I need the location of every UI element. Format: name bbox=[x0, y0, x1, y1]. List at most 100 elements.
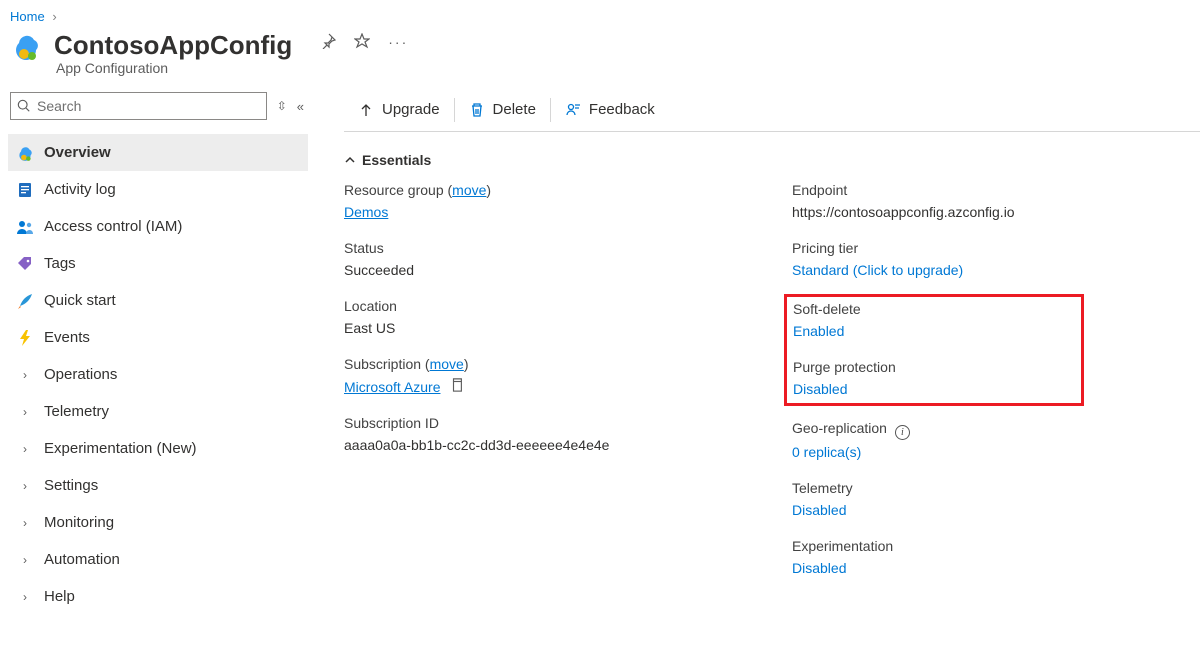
rocket-icon bbox=[16, 292, 34, 310]
field-label: Subscription ID bbox=[344, 415, 752, 431]
field-subscription-id: Subscription ID aaaa0a0a-bb1b-cc2c-dd3d-… bbox=[344, 415, 752, 453]
field-label: Experimentation bbox=[792, 538, 1200, 554]
sidebar-item-quick-start[interactable]: Quick start bbox=[8, 282, 308, 319]
sidebar-item-telemetry[interactable]: › Telemetry bbox=[8, 393, 308, 430]
lightning-icon bbox=[16, 329, 34, 347]
sidebar-item-label: Automation bbox=[44, 551, 120, 568]
sidebar-item-label: Access control (IAM) bbox=[44, 218, 182, 235]
main-content: Upgrade Delete Feedback Essentials Resou… bbox=[314, 88, 1200, 615]
page-header: ContosoAppConfig ··· bbox=[0, 26, 1200, 62]
essentials-heading: Essentials bbox=[362, 152, 431, 168]
sidebar-item-monitoring[interactable]: › Monitoring bbox=[8, 504, 308, 541]
collapse-sidebar-icon[interactable]: « bbox=[297, 99, 304, 114]
sidebar-item-label: Quick start bbox=[44, 292, 116, 309]
field-label: Endpoint bbox=[792, 182, 1200, 198]
sidebar-item-operations[interactable]: › Operations bbox=[8, 356, 308, 393]
field-telemetry: Telemetry Disabled bbox=[792, 480, 1200, 518]
resource-group-link[interactable]: Demos bbox=[344, 204, 388, 220]
move-subscription-link[interactable]: move bbox=[430, 356, 464, 372]
star-icon[interactable] bbox=[354, 33, 370, 52]
toolbar: Upgrade Delete Feedback bbox=[344, 88, 1200, 132]
field-value: East US bbox=[344, 320, 752, 336]
field-endpoint: Endpoint https://contosoappconfig.azconf… bbox=[792, 182, 1200, 220]
upgrade-button[interactable]: Upgrade bbox=[344, 88, 454, 132]
essentials-toggle[interactable]: Essentials bbox=[344, 132, 1200, 182]
field-label: Location bbox=[344, 298, 752, 314]
expand-icon[interactable]: ⇳ bbox=[277, 99, 287, 113]
geo-replication-link[interactable]: 0 replica(s) bbox=[792, 444, 1200, 460]
sidebar-item-label: Settings bbox=[44, 477, 98, 494]
feedback-button[interactable]: Feedback bbox=[551, 88, 669, 132]
log-icon bbox=[16, 181, 34, 199]
sidebar-item-automation[interactable]: › Automation bbox=[8, 541, 308, 578]
search-icon bbox=[17, 99, 31, 113]
sidebar-search[interactable] bbox=[10, 92, 267, 120]
copy-icon[interactable] bbox=[450, 379, 464, 395]
pin-icon[interactable] bbox=[320, 33, 336, 52]
chevron-right-icon: › bbox=[16, 553, 34, 567]
sidebar-item-activity-log[interactable]: Activity log bbox=[8, 171, 308, 208]
sidebar-item-label: Tags bbox=[44, 255, 76, 272]
sidebar-item-label: Operations bbox=[44, 366, 117, 383]
field-soft-delete: Soft-delete Enabled bbox=[793, 301, 1075, 339]
pricing-tier-link[interactable]: Standard (Click to upgrade) bbox=[792, 262, 1200, 278]
toolbar-label: Delete bbox=[493, 101, 536, 118]
sidebar-item-experimentation[interactable]: › Experimentation (New) bbox=[8, 430, 308, 467]
sidebar-item-label: Monitoring bbox=[44, 514, 114, 531]
essentials-left-column: Resource group (move) Demos Status Succe… bbox=[344, 182, 752, 596]
chevron-right-icon: › bbox=[16, 590, 34, 604]
field-label: Resource group ( bbox=[344, 182, 452, 198]
experimentation-link[interactable]: Disabled bbox=[792, 560, 1200, 576]
appconfig-resource-icon bbox=[10, 30, 42, 62]
sidebar-item-help[interactable]: › Help bbox=[8, 578, 308, 615]
field-label: Pricing tier bbox=[792, 240, 1200, 256]
upgrade-icon bbox=[358, 102, 374, 118]
sidebar: ⇳ « Overview Activity log Access control… bbox=[0, 88, 314, 615]
sidebar-item-overview[interactable]: Overview bbox=[8, 134, 308, 171]
page-title: ContosoAppConfig bbox=[54, 31, 292, 61]
chevron-right-icon: › bbox=[16, 368, 34, 382]
telemetry-link[interactable]: Disabled bbox=[792, 502, 1200, 518]
sidebar-item-label: Events bbox=[44, 329, 90, 346]
sidebar-item-label: Activity log bbox=[44, 181, 116, 198]
breadcrumb: Home › bbox=[0, 0, 1200, 26]
sidebar-item-label: Help bbox=[44, 588, 75, 605]
sidebar-item-label: Overview bbox=[44, 144, 111, 161]
sidebar-item-tags[interactable]: Tags bbox=[8, 245, 308, 282]
field-label: Soft-delete bbox=[793, 301, 1075, 317]
tag-icon bbox=[16, 255, 34, 273]
delete-button[interactable]: Delete bbox=[455, 88, 550, 132]
essentials-right-column: Endpoint https://contosoappconfig.azconf… bbox=[792, 182, 1200, 596]
appconfig-icon bbox=[16, 144, 34, 162]
breadcrumb-home-link[interactable]: Home bbox=[10, 9, 45, 24]
field-label: Status bbox=[344, 240, 752, 256]
chevron-right-icon: › bbox=[16, 479, 34, 493]
soft-delete-link[interactable]: Enabled bbox=[793, 323, 1075, 339]
sidebar-item-label: Telemetry bbox=[44, 403, 109, 420]
field-value: https://contosoappconfig.azconfig.io bbox=[792, 204, 1200, 220]
field-label: Telemetry bbox=[792, 480, 1200, 496]
field-purge-protection: Purge protection Disabled bbox=[793, 359, 1075, 397]
trash-icon bbox=[469, 102, 485, 118]
sidebar-item-label: Experimentation (New) bbox=[44, 440, 197, 457]
field-subscription: Subscription (move) Microsoft Azure bbox=[344, 356, 752, 395]
chevron-right-icon: › bbox=[52, 9, 56, 24]
field-status: Status Succeeded bbox=[344, 240, 752, 278]
move-resource-group-link[interactable]: move bbox=[452, 182, 486, 198]
field-label: Geo-replication bbox=[792, 420, 887, 436]
subscription-link[interactable]: Microsoft Azure bbox=[344, 379, 440, 395]
info-icon[interactable]: i bbox=[895, 425, 910, 440]
sidebar-item-access-control[interactable]: Access control (IAM) bbox=[8, 208, 308, 245]
field-location: Location East US bbox=[344, 298, 752, 336]
people-icon bbox=[16, 218, 34, 236]
search-input[interactable] bbox=[37, 98, 260, 114]
highlight-soft-delete-section: Soft-delete Enabled Purge protection Dis… bbox=[784, 294, 1084, 406]
purge-protection-link[interactable]: Disabled bbox=[793, 381, 1075, 397]
page-subtitle: App Configuration bbox=[0, 60, 1200, 88]
chevron-right-icon: › bbox=[16, 405, 34, 419]
field-label: Subscription ( bbox=[344, 356, 430, 372]
sidebar-item-events[interactable]: Events bbox=[8, 319, 308, 356]
field-pricing-tier: Pricing tier Standard (Click to upgrade) bbox=[792, 240, 1200, 278]
sidebar-item-settings[interactable]: › Settings bbox=[8, 467, 308, 504]
more-icon[interactable]: ··· bbox=[388, 34, 408, 50]
